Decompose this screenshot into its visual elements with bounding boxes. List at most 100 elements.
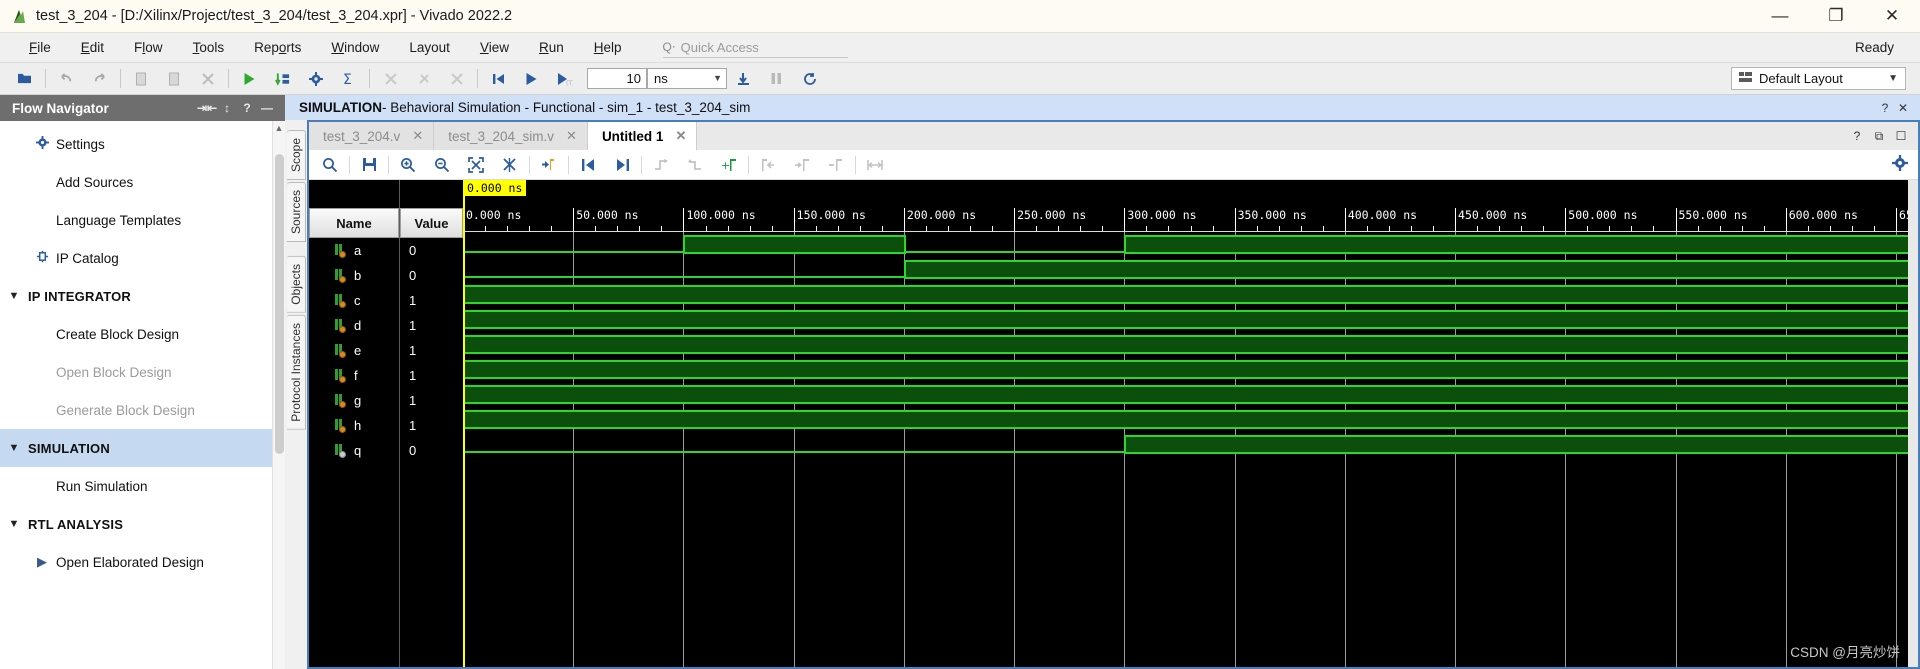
zoom-in-icon[interactable] bbox=[391, 152, 425, 178]
menu-flow[interactable]: Flow bbox=[119, 33, 178, 63]
sidebar-item-language-templates[interactable]: Language Templates bbox=[0, 201, 285, 239]
relaunch-icon[interactable] bbox=[793, 65, 826, 93]
next-marker-icon[interactable] bbox=[785, 152, 819, 178]
minimize-icon[interactable]: — bbox=[257, 101, 277, 115]
previous-marker-icon[interactable] bbox=[751, 152, 785, 178]
signal-name-row[interactable]: c bbox=[309, 288, 399, 313]
redo-icon[interactable] bbox=[83, 65, 116, 93]
time-ruler[interactable]: 0.000 ns 50.000 ns 100.000 ns 150.000 ns 200… bbox=[463, 208, 1918, 232]
step-sim-icon[interactable] bbox=[727, 65, 760, 93]
sidebar-item-open-elaborated-design[interactable]: ▶ Open Elaborated Design bbox=[0, 543, 285, 581]
run-synthesis-icon[interactable] bbox=[266, 65, 299, 93]
maximize-icon[interactable]: ☐ bbox=[1892, 129, 1910, 143]
close-button[interactable]: ✕ bbox=[1864, 0, 1920, 33]
run-time-input[interactable]: 10 bbox=[587, 68, 647, 89]
save-icon[interactable] bbox=[352, 152, 386, 178]
quick-access-search[interactable]: Q⋅ Quick Access bbox=[662, 38, 848, 58]
sidebar-item-add-sources[interactable]: Add Sources bbox=[0, 163, 285, 201]
menu-run[interactable]: Run bbox=[524, 33, 579, 63]
elaborate-icon[interactable] bbox=[374, 65, 407, 93]
signal-name-row[interactable]: f bbox=[309, 363, 399, 388]
menu-view[interactable]: View bbox=[465, 33, 524, 63]
paste-icon[interactable] bbox=[158, 65, 191, 93]
menu-reports[interactable]: Reports bbox=[239, 33, 316, 63]
sidebar-item-create-block-design[interactable]: Create Block Design bbox=[0, 315, 285, 353]
dock-tab-sources[interactable]: Sources bbox=[286, 182, 306, 243]
sidebar-item-generate-block-design[interactable]: Generate Block Design bbox=[0, 391, 285, 429]
close-icon[interactable]: ✕ bbox=[675, 128, 686, 144]
open-project-icon[interactable] bbox=[8, 65, 41, 93]
restart-sim-icon[interactable] bbox=[482, 65, 515, 93]
cursor-line[interactable] bbox=[463, 180, 465, 667]
time-unit-select[interactable]: ns ▼ bbox=[647, 68, 727, 89]
flow-navigator-scrollbar[interactable]: ▲ bbox=[272, 121, 285, 669]
tab-test-3-204-sim-v[interactable]: test_3_204_sim.v ✕ bbox=[434, 122, 588, 150]
next-transition-icon[interactable] bbox=[605, 152, 639, 178]
signal-name-row[interactable]: h bbox=[309, 413, 399, 438]
restore-icon[interactable]: ⧉ bbox=[1870, 129, 1888, 144]
help-icon[interactable]: ? bbox=[1848, 129, 1866, 143]
signal-name-row[interactable]: b bbox=[309, 263, 399, 288]
sidebar-section-simulation[interactable]: ▼ SIMULATION bbox=[0, 429, 285, 467]
dock-tab-protocol-instances[interactable]: Protocol Instances bbox=[286, 314, 306, 430]
sidebar-section-ip-integrator[interactable]: ▼ IP INTEGRATOR bbox=[0, 277, 285, 315]
sidebar-item-open-block-design[interactable]: Open Block Design bbox=[0, 353, 285, 391]
zoom-out-icon[interactable] bbox=[425, 152, 459, 178]
dock-tab-scope[interactable]: Scope bbox=[286, 130, 306, 181]
zoom-cursor-icon[interactable] bbox=[493, 152, 527, 178]
add-divider-icon[interactable] bbox=[644, 152, 678, 178]
menu-help[interactable]: Help bbox=[579, 33, 637, 63]
copy-icon[interactable] bbox=[125, 65, 158, 93]
expand-all-icon[interactable]: ↕ bbox=[217, 101, 237, 115]
delete-icon[interactable] bbox=[191, 65, 224, 93]
delete-marker-icon[interactable] bbox=[819, 152, 853, 178]
sidebar-item-settings[interactable]: Settings bbox=[0, 125, 285, 163]
bitstream-icon[interactable] bbox=[440, 65, 473, 93]
goto-time-icon[interactable] bbox=[532, 152, 566, 178]
zoom-fit-icon[interactable] bbox=[459, 152, 493, 178]
signal-name-row[interactable]: d bbox=[309, 313, 399, 338]
settings-icon[interactable] bbox=[299, 65, 332, 93]
implement-icon[interactable] bbox=[407, 65, 440, 93]
run-icon[interactable] bbox=[233, 65, 266, 93]
close-icon[interactable]: ✕ bbox=[412, 128, 423, 144]
measure-icon[interactable] bbox=[858, 152, 892, 178]
add-group-icon[interactable] bbox=[678, 152, 712, 178]
scrollbar-thumb[interactable] bbox=[275, 154, 284, 454]
undo-icon[interactable] bbox=[50, 65, 83, 93]
previous-transition-icon[interactable] bbox=[571, 152, 605, 178]
menu-edit[interactable]: Edit bbox=[66, 33, 119, 63]
menu-window[interactable]: Window bbox=[316, 33, 394, 63]
signal-name-row[interactable]: e bbox=[309, 338, 399, 363]
signal-name-row[interactable]: q bbox=[309, 438, 399, 463]
run-all-icon[interactable] bbox=[515, 65, 548, 93]
help-icon[interactable]: ? bbox=[237, 101, 257, 115]
run-for-icon[interactable]: (T) bbox=[548, 65, 581, 93]
add-marker-icon[interactable]: + bbox=[712, 152, 746, 178]
maximize-button[interactable]: ❐ bbox=[1808, 0, 1864, 33]
search-icon[interactable] bbox=[313, 152, 347, 178]
menu-tools[interactable]: Tools bbox=[178, 33, 240, 63]
dock-tab-objects[interactable]: Objects bbox=[286, 256, 306, 313]
menu-file[interactable]: File bbox=[14, 33, 66, 63]
sidebar-section-rtl-analysis[interactable]: ▼ RTL ANALYSIS bbox=[0, 505, 285, 543]
minimize-button[interactable]: — bbox=[1752, 0, 1808, 33]
sidebar-item-ip-catalog[interactable]: IP Catalog bbox=[0, 239, 285, 277]
sum-icon[interactable]: Σ bbox=[332, 65, 365, 93]
horizontal-scroll-edge[interactable] bbox=[1908, 180, 1918, 667]
scroll-up-icon[interactable]: ▲ bbox=[273, 121, 285, 136]
sidebar-item-run-simulation[interactable]: Run Simulation bbox=[0, 467, 285, 505]
signal-name-row[interactable]: g bbox=[309, 388, 399, 413]
signal-name-row[interactable]: a bbox=[309, 238, 399, 263]
close-icon[interactable]: ✕ bbox=[1894, 101, 1912, 115]
tab-untitled-1[interactable]: Untitled 1 ✕ bbox=[587, 122, 698, 150]
layout-select[interactable]: Default Layout ▼ bbox=[1731, 67, 1906, 90]
help-icon[interactable]: ? bbox=[1876, 101, 1894, 115]
menu-layout[interactable]: Layout bbox=[394, 33, 465, 63]
settings-gear-icon[interactable] bbox=[1892, 155, 1908, 174]
tab-test-3-204-v[interactable]: test_3_204.v ✕ bbox=[309, 122, 435, 150]
collapse-all-icon[interactable]: ⇥⇤ bbox=[197, 101, 217, 115]
waveform-canvas[interactable]: 0.000 ns 0.000 ns 50.000 ns 100.000 ns 150.… bbox=[463, 180, 1918, 667]
pause-icon[interactable] bbox=[760, 65, 793, 93]
close-icon[interactable]: ✕ bbox=[566, 128, 577, 144]
